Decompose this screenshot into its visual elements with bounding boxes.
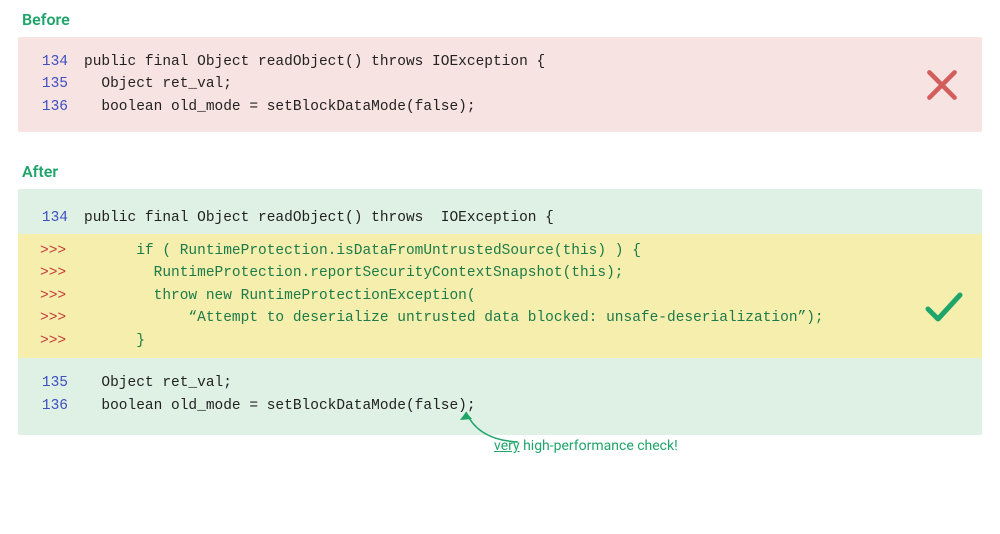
insert-marker: >>> (36, 330, 84, 352)
code-text: RuntimeProtection.reportSecurityContextS… (84, 262, 964, 284)
insert-marker: >>> (36, 285, 84, 307)
code-line-inserted: >>> if ( RuntimeProtection.isDataFromUnt… (36, 240, 964, 262)
code-line: 134 public final Object readObject() thr… (36, 51, 964, 73)
annotation-performance-u: very (494, 438, 520, 454)
code-line: 135 Object ret_val; (36, 372, 964, 394)
insert-marker: >>> (36, 240, 84, 262)
check-icon (924, 287, 964, 327)
insert-marker: >>> (36, 262, 84, 284)
inserted-block: >>> if ( RuntimeProtection.isDataFromUnt… (18, 234, 982, 358)
insert-marker: >>> (36, 307, 84, 329)
code-line: 135 Object ret_val; (36, 73, 964, 95)
before-code-block: 134 public final Object readObject() thr… (18, 37, 982, 132)
line-number: 135 (36, 372, 84, 394)
code-text: Object ret_val; (84, 73, 964, 95)
line-number: 136 (36, 395, 84, 417)
line-number: 134 (36, 207, 84, 229)
line-number: 136 (36, 96, 84, 118)
code-text: “Attempt to deserialize untrusted data b… (84, 307, 964, 329)
annotation-performance: very high-performance check! (494, 438, 678, 454)
code-text: } (84, 330, 964, 352)
code-line: 136 boolean old_mode = setBlockDataMode(… (36, 96, 964, 118)
after-label: After (22, 162, 982, 181)
code-text: public final Object readObject() throws … (84, 207, 964, 229)
code-line-inserted: >>> RuntimeProtection.reportSecurityCont… (36, 262, 964, 284)
code-line: 134 public final Object readObject() thr… (36, 207, 964, 229)
code-line-inserted: >>> “Attempt to deserialize untrusted da… (36, 307, 964, 329)
code-text: Object ret_val; (84, 372, 964, 394)
line-number: 135 (36, 73, 84, 95)
code-text: public final Object readObject() throws … (84, 51, 964, 73)
code-text: boolean old_mode = setBlockDataMode(fals… (84, 96, 964, 118)
before-label: Before (22, 10, 982, 29)
code-line-inserted: >>> throw new RuntimeProtectionException… (36, 285, 964, 307)
line-number: 134 (36, 51, 84, 73)
x-icon (924, 67, 960, 103)
code-line-inserted: >>> } (36, 330, 964, 352)
annotation-performance-rest: high-performance check! (520, 438, 678, 454)
after-code-block: 134 public final Object readObject() thr… (18, 189, 982, 435)
code-text: throw new RuntimeProtectionException( (84, 285, 964, 307)
code-text: if ( RuntimeProtection.isDataFromUntrust… (84, 240, 964, 262)
